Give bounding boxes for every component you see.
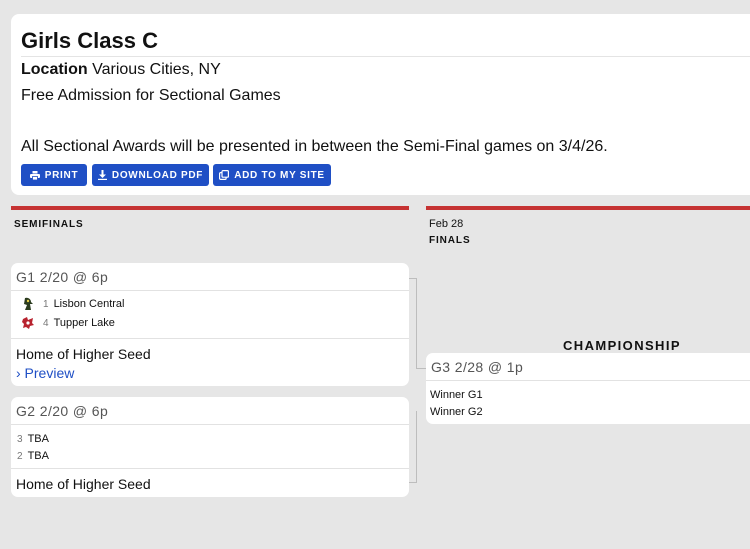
- team-row[interactable]: 3 TBA: [17, 433, 49, 445]
- team-name: TBA: [27, 450, 49, 462]
- download-pdf-button[interactable]: DOWNLOAD PDF: [92, 164, 209, 186]
- bracket-connector: [416, 368, 426, 369]
- title-divider: [21, 56, 750, 57]
- team-seed: 4: [43, 317, 49, 329]
- print-button[interactable]: PRINT: [21, 164, 87, 186]
- download-pdf-label: DOWNLOAD PDF: [111, 169, 204, 181]
- game-divider: [11, 468, 409, 469]
- printer-icon: [29, 170, 40, 180]
- team-seed: 1: [43, 298, 49, 310]
- team-seed: 2: [17, 450, 23, 462]
- team-name: Tupper Lake: [53, 317, 115, 329]
- semifinals-label: SEMIFINALS: [14, 219, 84, 230]
- game-card-g2[interactable]: G2 2/20 @ 6p 3 TBA 2 TBA Home of Higher …: [11, 397, 409, 497]
- game-divider: [11, 338, 409, 339]
- game-card-g3[interactable]: G3 2/28 @ 1p Winner G1 Winner G2: [426, 353, 750, 424]
- team-name: Lisbon Central: [53, 298, 125, 310]
- game-location-note: Home of Higher Seed: [16, 346, 151, 362]
- location-line: Location Various Cities, NY: [21, 61, 221, 79]
- team-name: Winner G2: [430, 406, 483, 418]
- semifinals-section-bar: [11, 206, 409, 210]
- page-title: Girls Class C: [21, 28, 158, 53]
- finals-date: Feb 28: [429, 218, 464, 230]
- location-value: Various Cities, NY: [92, 61, 221, 78]
- add-to-my-site-button[interactable]: ADD TO MY SITE: [213, 164, 331, 186]
- team-name: Winner G1: [430, 389, 483, 401]
- team-logo-icon: [21, 316, 35, 330]
- bracket-connector: [416, 278, 417, 368]
- download-icon: [97, 170, 107, 180]
- print-label: PRINT: [44, 169, 79, 181]
- finals-label: FINALS: [429, 235, 471, 246]
- game-card-g1[interactable]: G1 2/20 @ 6p 1 Lisbon Central 4 Tupper L…: [11, 263, 409, 386]
- championship-label: CHAMPIONSHIP: [563, 338, 681, 353]
- game-header: G1 2/20 @ 6p: [11, 263, 409, 291]
- awards-note: All Sectional Awards will be presented i…: [21, 138, 608, 155]
- team-row[interactable]: 2 TBA: [17, 450, 49, 462]
- location-label: Location: [21, 61, 88, 78]
- team-row[interactable]: Winner G2: [430, 406, 483, 418]
- team-row[interactable]: 1 Lisbon Central: [21, 297, 125, 311]
- team-row[interactable]: Winner G1: [430, 389, 483, 401]
- finals-section-bar: [426, 206, 750, 210]
- game-header: G3 2/28 @ 1p: [426, 353, 750, 381]
- team-seed: 3: [17, 433, 23, 445]
- team-row[interactable]: 4 Tupper Lake: [21, 316, 115, 330]
- team-logo-icon: [21, 297, 35, 311]
- admission-text: Free Admission for Sectional Games: [21, 87, 281, 104]
- game-location-note: Home of Higher Seed: [16, 476, 151, 492]
- copy-embed-icon: [219, 170, 230, 180]
- game-header: G2 2/20 @ 6p: [11, 397, 409, 425]
- add-to-my-site-label: ADD TO MY SITE: [234, 169, 325, 181]
- preview-link[interactable]: › Preview: [16, 365, 74, 381]
- bracket-connector: [416, 411, 417, 483]
- event-header-card: Girls Class C Location Various Cities, N…: [11, 14, 750, 195]
- team-name: TBA: [27, 433, 49, 445]
